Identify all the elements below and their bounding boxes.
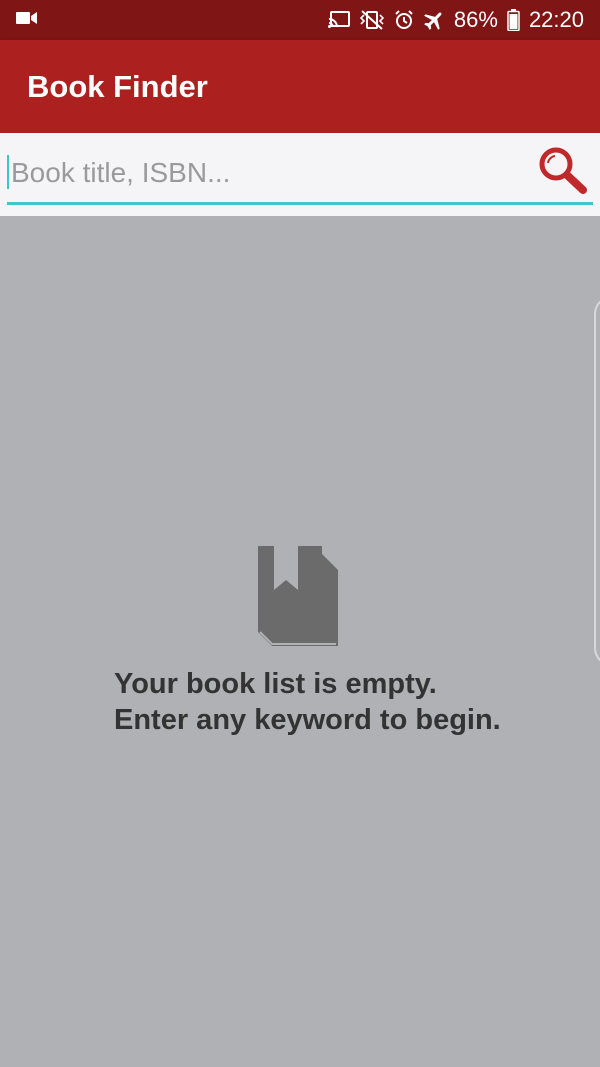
- app-bar: Book Finder: [0, 40, 600, 133]
- alarm-icon: [394, 10, 414, 30]
- search-panel: [0, 133, 600, 216]
- cast-icon: [327, 11, 350, 29]
- book-icon: [258, 546, 338, 648]
- empty-state-message: Your book list is empty. Enter any keywo…: [114, 666, 501, 738]
- book-list-area[interactable]: Your book list is empty. Enter any keywo…: [0, 216, 600, 1067]
- battery-percent: 86%: [453, 7, 498, 32]
- search-button[interactable]: [533, 147, 593, 199]
- empty-state-line-1: Your book list is empty.: [114, 668, 437, 700]
- battery-icon: [507, 9, 520, 31]
- airplane-mode-icon: [423, 9, 445, 31]
- edge-panel-handle[interactable]: [594, 296, 600, 666]
- search-icon: [536, 144, 590, 203]
- status-bar: 86% 22:20: [0, 0, 600, 40]
- clock: 22:20: [528, 7, 584, 32]
- empty-state-line-2: Enter any keyword to begin.: [114, 704, 501, 736]
- search-field[interactable]: [7, 147, 593, 205]
- video-camera-icon: [16, 11, 38, 30]
- text-cursor: [7, 155, 9, 189]
- app-title: Book Finder: [27, 68, 208, 104]
- search-input[interactable]: [11, 147, 521, 199]
- vibrate-icon: [359, 10, 385, 30]
